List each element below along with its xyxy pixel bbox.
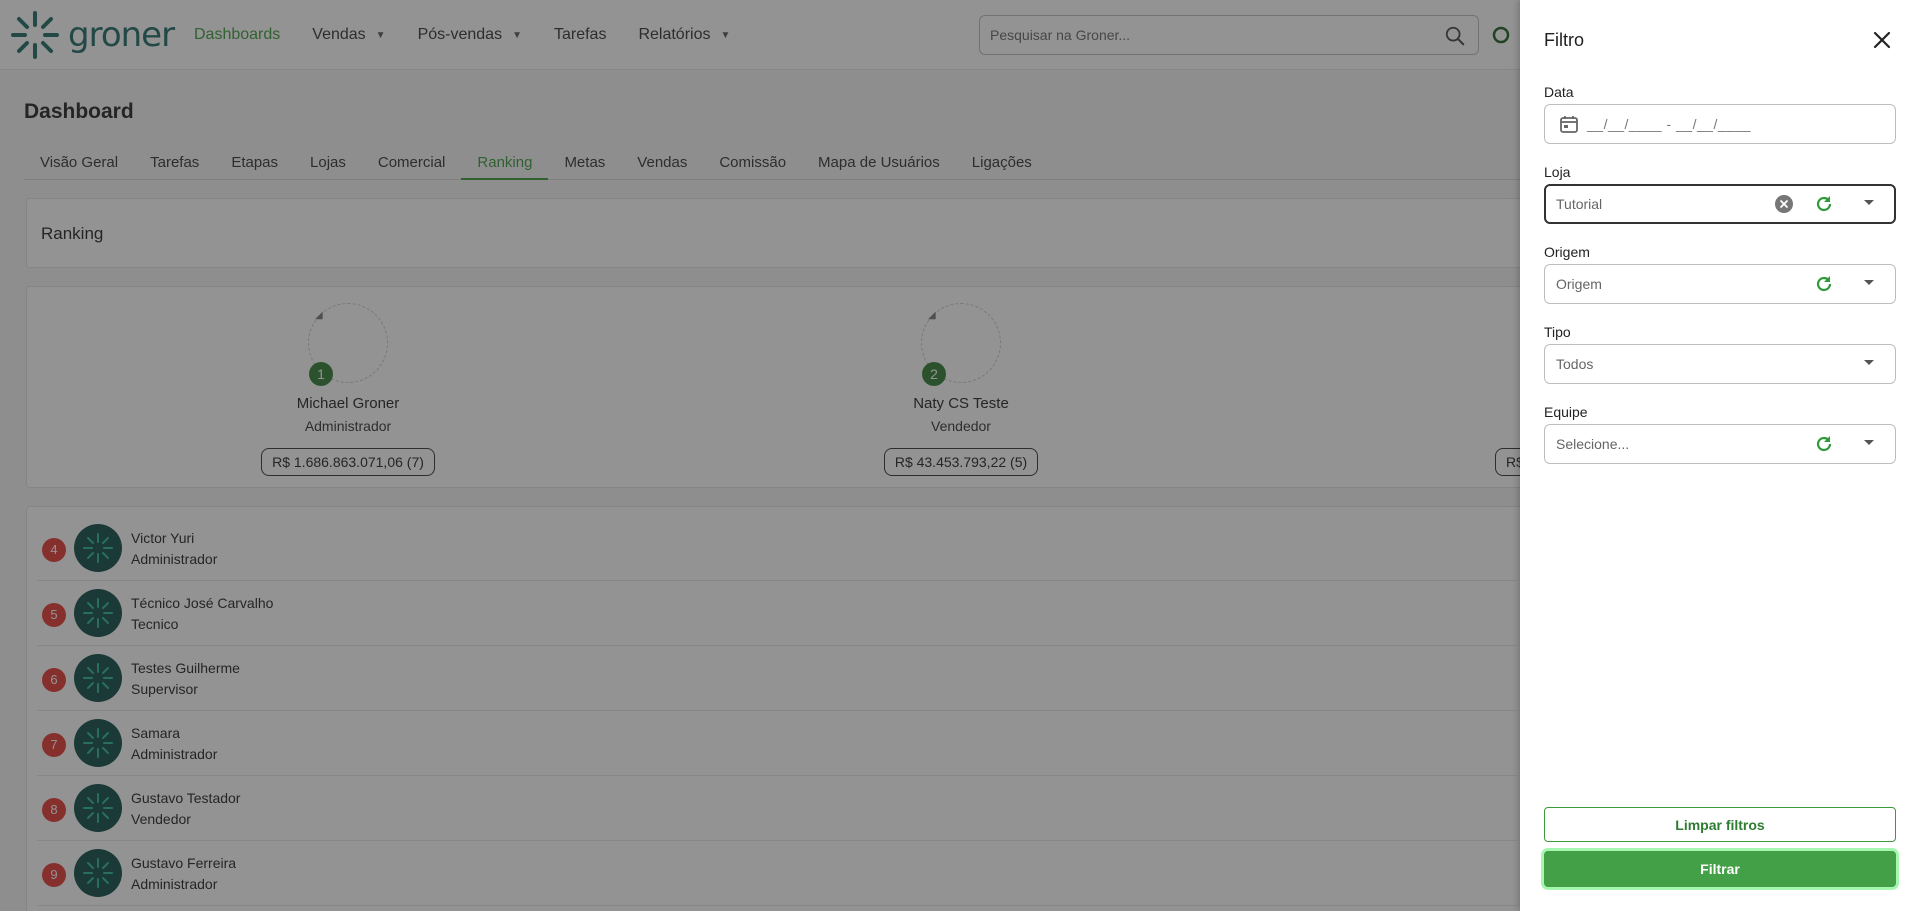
refresh-icon[interactable]: [1813, 433, 1835, 455]
drawer-title: Filtro: [1544, 30, 1584, 50]
date-range-field[interactable]: __/__/____ - __/__/____: [1544, 104, 1896, 144]
type-label: Tipo: [1544, 324, 1571, 340]
caret-down-icon[interactable]: [1864, 440, 1874, 445]
type-select[interactable]: Todos: [1544, 344, 1896, 384]
origin-label: Origem: [1544, 244, 1590, 260]
modal-backdrop[interactable]: [0, 0, 1520, 911]
date-label: Data: [1544, 84, 1574, 100]
caret-down-icon[interactable]: [1864, 280, 1874, 285]
store-label: Loja: [1544, 164, 1571, 180]
calendar-icon: [1560, 116, 1578, 133]
team-label: Equipe: [1544, 404, 1588, 420]
refresh-icon[interactable]: [1813, 273, 1835, 295]
team-placeholder: Selecione...: [1556, 436, 1630, 452]
date-range-value: __/__/____ - __/__/____: [1587, 116, 1752, 132]
filter-drawer: Filtro Data __/__/____ - __/__/____ Loja…: [1520, 0, 1920, 911]
origin-placeholder: Origem: [1556, 276, 1602, 292]
refresh-icon[interactable]: [1813, 193, 1835, 215]
type-value: Todos: [1556, 356, 1594, 372]
caret-down-icon[interactable]: [1864, 200, 1874, 205]
clear-filters-button[interactable]: Limpar filtros: [1544, 807, 1896, 842]
caret-down-icon[interactable]: [1864, 360, 1874, 365]
origin-select[interactable]: Origem: [1544, 264, 1896, 304]
store-select[interactable]: Tutorial: [1544, 184, 1896, 224]
store-value: Tutorial: [1556, 196, 1603, 212]
close-icon[interactable]: [1870, 28, 1894, 52]
team-select[interactable]: Selecione...: [1544, 424, 1896, 464]
apply-filter-button[interactable]: Filtrar: [1544, 851, 1896, 887]
clear-icon[interactable]: [1773, 193, 1795, 215]
